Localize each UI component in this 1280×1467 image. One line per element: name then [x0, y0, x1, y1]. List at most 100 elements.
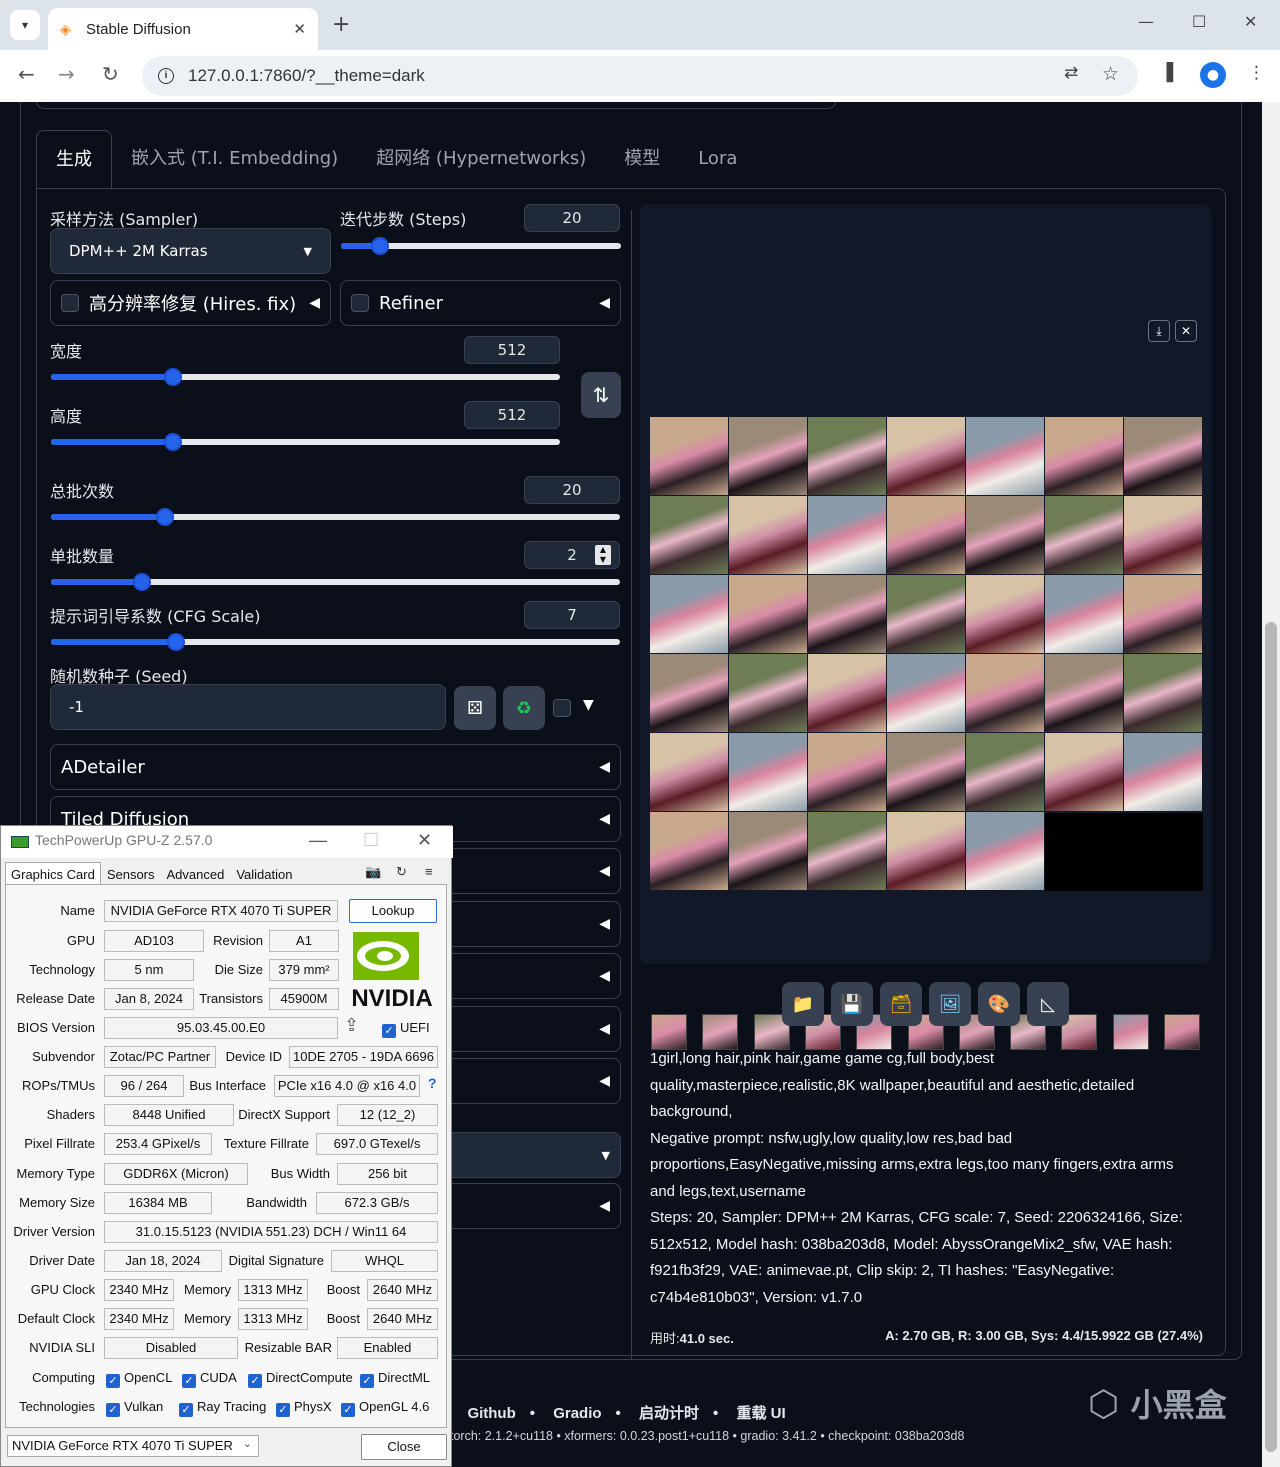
generated-image-thumbnail[interactable]	[808, 417, 886, 495]
generated-image-thumbnail[interactable]	[1124, 575, 1202, 653]
tab-models[interactable]: 模型	[605, 130, 679, 188]
generated-image-thumbnail[interactable]	[966, 812, 1044, 890]
tab-search-icon[interactable]: ▾	[10, 10, 40, 40]
generated-image-thumbnail[interactable]	[1124, 654, 1202, 732]
tab-generate[interactable]: 生成	[36, 130, 112, 188]
generated-image-thumbnail[interactable]	[650, 496, 728, 574]
generated-image-thumbnail[interactable]	[650, 575, 728, 653]
height-input[interactable]: 512	[464, 401, 560, 429]
extra-seed-checkbox[interactable]	[553, 699, 571, 717]
generated-image-thumbnail[interactable]	[1124, 417, 1202, 495]
new-tab-icon[interactable]: +	[332, 12, 350, 37]
batch-count-input[interactable]: 20	[524, 476, 620, 504]
reload-icon[interactable]: ↻	[102, 62, 119, 86]
refiner-checkbox[interactable]	[351, 294, 369, 312]
height-slider[interactable]	[51, 433, 560, 451]
zip-button[interactable]: 🗃	[880, 982, 922, 1026]
gpu-select-dropdown[interactable]: NVIDIA GeForce RTX 4070 Ti SUPER ⌄	[7, 1435, 259, 1457]
adetailer-accordion[interactable]: ADetailer ◀	[50, 744, 621, 790]
bookmark-star-icon[interactable]: ☆	[1102, 63, 1119, 85]
camera-icon[interactable]: 📷	[365, 864, 381, 880]
batch-count-slider-handle[interactable]	[155, 508, 174, 526]
generated-image-thumbnail[interactable]	[650, 654, 728, 732]
batch-size-slider-handle[interactable]	[133, 573, 152, 591]
browser-tab[interactable]: ◈ Stable Diffusion ✕	[48, 8, 318, 50]
gallery-strip-thumbnail[interactable]	[1164, 1014, 1200, 1050]
extra-seed-toggle-icon[interactable]: ▼	[583, 697, 594, 713]
generated-image-thumbnail[interactable]	[1045, 417, 1123, 495]
gradio-link[interactable]: Gradio	[553, 1405, 601, 1422]
steps-slider[interactable]	[341, 237, 621, 255]
generated-image-thumbnail[interactable]	[887, 575, 965, 653]
batch-count-slider[interactable]	[51, 508, 620, 526]
generated-image-thumbnail[interactable]	[887, 733, 965, 811]
open-folder-button[interactable]: 📁	[782, 982, 824, 1026]
generated-image-thumbnail[interactable]	[887, 417, 965, 495]
reload-ui-link[interactable]: 重载 UI	[736, 1405, 785, 1422]
generated-image-thumbnail[interactable]	[729, 575, 807, 653]
generated-image-thumbnail[interactable]	[729, 417, 807, 495]
save-button[interactable]: 💾	[831, 982, 873, 1026]
generated-image-thumbnail[interactable]	[808, 575, 886, 653]
gallery-strip-thumbnail[interactable]	[1112, 1014, 1149, 1050]
width-input[interactable]: 512	[464, 336, 560, 364]
cfg-slider[interactable]	[51, 633, 620, 651]
close-preview-icon[interactable]: ✕	[1175, 320, 1197, 342]
generated-image-thumbnail[interactable]	[650, 417, 728, 495]
gallery-strip-thumbnail[interactable]	[702, 1014, 739, 1050]
generated-image-thumbnail[interactable]	[650, 733, 728, 811]
generated-image-thumbnail[interactable]	[650, 812, 728, 890]
swap-dimensions-button[interactable]: ⇅	[581, 372, 621, 418]
generated-image-thumbnail[interactable]	[729, 496, 807, 574]
translate-icon[interactable]: ⇄	[1064, 63, 1078, 83]
generated-image-thumbnail[interactable]	[729, 733, 807, 811]
generated-image-thumbnail[interactable]	[808, 733, 886, 811]
close-window-icon[interactable]: ✕	[1244, 12, 1257, 31]
send-to-inpaint-button[interactable]: 🎨	[978, 982, 1020, 1026]
maximize-icon[interactable]: ☐	[1192, 12, 1206, 31]
sampler-dropdown[interactable]: DPM++ 2M Karras ▼	[50, 228, 331, 274]
close-window-icon[interactable]: ✕	[417, 830, 432, 851]
reuse-seed-button[interactable]: ♻	[503, 686, 545, 730]
stepper-arrows-icon[interactable]: ▲ ▼	[595, 545, 611, 565]
tab-embedding[interactable]: 嵌入式 (T.I. Embedding)	[112, 130, 357, 188]
side-panel-icon[interactable]: ▐	[1160, 63, 1173, 83]
refiner-accordion[interactable]: Refiner ◀	[340, 280, 621, 326]
tab-hypernetworks[interactable]: 超网络 (Hypernetworks)	[357, 130, 605, 188]
cfg-input[interactable]: 7	[524, 601, 620, 629]
page-scrollbar[interactable]	[1262, 102, 1280, 1467]
generated-image-thumbnail[interactable]	[966, 733, 1044, 811]
generated-image-thumbnail[interactable]	[729, 654, 807, 732]
generated-image-thumbnail[interactable]	[1045, 496, 1123, 574]
generated-image-thumbnail[interactable]	[1124, 733, 1202, 811]
tab-lora[interactable]: Lora	[679, 130, 756, 188]
share-icon[interactable]: ⇪	[344, 1015, 359, 1036]
hamburger-menu-icon[interactable]: ≡	[425, 864, 433, 879]
profile-avatar[interactable]: ●	[1200, 62, 1226, 88]
hires-fix-checkbox[interactable]	[61, 294, 79, 312]
menu-dots-icon[interactable]: ⋮	[1248, 63, 1265, 83]
generated-image-thumbnail[interactable]	[1124, 496, 1202, 574]
batch-size-slider[interactable]	[51, 573, 620, 591]
close-tab-icon[interactable]: ✕	[293, 20, 306, 38]
download-icon[interactable]: ⤓	[1148, 320, 1170, 342]
generated-image-thumbnail[interactable]	[887, 654, 965, 732]
generated-image-thumbnail[interactable]	[887, 812, 965, 890]
github-link[interactable]: Github	[467, 1405, 515, 1422]
back-icon[interactable]: ←	[18, 62, 35, 86]
startup-profile-link[interactable]: 启动计时	[639, 1405, 699, 1422]
lookup-button[interactable]: Lookup	[349, 899, 437, 923]
gallery-strip-thumbnail[interactable]	[651, 1014, 687, 1050]
minimize-icon[interactable]: —	[1138, 12, 1154, 31]
minimize-icon[interactable]: —	[309, 830, 327, 851]
generated-image-thumbnail[interactable]	[966, 496, 1044, 574]
address-bar[interactable]: i 127.0.0.1:7860/?__theme=dark	[142, 56, 1138, 96]
width-slider[interactable]	[51, 368, 560, 386]
close-button[interactable]: Close	[361, 1434, 447, 1460]
forward-icon[interactable]: →	[58, 62, 75, 86]
help-icon[interactable]: ?	[428, 1075, 437, 1091]
seed-input[interactable]: -1	[50, 684, 446, 730]
generated-image-thumbnail[interactable]	[808, 654, 886, 732]
send-to-img2img-button[interactable]: 🖼	[929, 982, 971, 1026]
scrollbar-thumb[interactable]	[1265, 622, 1277, 1452]
